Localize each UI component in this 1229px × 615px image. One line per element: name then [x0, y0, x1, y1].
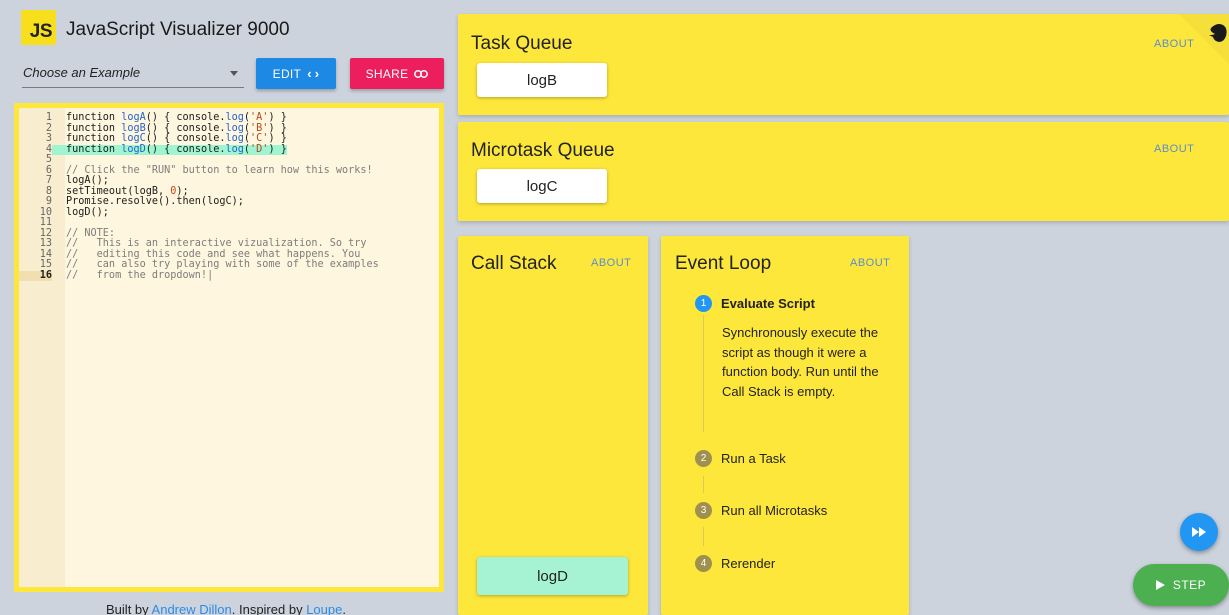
- step-button[interactable]: STEP: [1133, 564, 1229, 606]
- example-select[interactable]: Choose an Example: [22, 57, 244, 88]
- code-icon: ‹ ›: [307, 66, 320, 81]
- line-number: 15: [39, 259, 52, 270]
- code-line: 15 // can also try playing with some of t…: [19, 259, 439, 271]
- edit-button-label: EDIT: [272, 66, 302, 81]
- line-number: 16: [19, 270, 52, 281]
- event-loop-about-link[interactable]: ABOUT: [850, 257, 890, 269]
- line-text: logA();: [66, 175, 109, 186]
- code-editor-surface[interactable]: 1 function logA() { console.log('A') } 2 fu…: [19, 108, 439, 587]
- editor-panel: JS JavaScript Visualizer 9000 Choose an …: [0, 0, 452, 615]
- step-connector: [703, 315, 704, 432]
- line-number: 5: [45, 154, 52, 165]
- share-button[interactable]: SHARE: [350, 58, 444, 89]
- line-number: 13: [39, 238, 52, 249]
- step-number-badge: 2: [695, 450, 712, 467]
- code-line: 13 // This is an interactive vizualizatio…: [19, 238, 439, 250]
- step-label: Evaluate Script: [721, 296, 815, 311]
- step-label: Run a Task: [721, 451, 786, 466]
- author-link[interactable]: Andrew Dillon: [152, 602, 232, 615]
- code-line: 5: [19, 154, 439, 166]
- code-line: 16 // from the dropdown!|: [19, 269, 439, 281]
- line-number: 1: [45, 112, 52, 123]
- app-title: JavaScript Visualizer 9000: [66, 19, 290, 40]
- step-description: Synchronously execute the script as thou…: [722, 325, 879, 399]
- footer-suffix: .: [342, 602, 346, 615]
- code-line: 10 logD();: [19, 206, 439, 219]
- step-connector: [703, 527, 704, 546]
- line-text: // from the dropdown!|: [66, 269, 214, 281]
- code-line: 7 logA();: [19, 175, 439, 187]
- link-icon: [414, 69, 429, 78]
- line-text: // This is an interactive vizualization.…: [66, 238, 367, 249]
- line-text: // can also try playing with some of the…: [66, 259, 379, 270]
- code-editor[interactable]: 1 function logA() { console.log('A') } 2 fu…: [14, 103, 444, 592]
- microtask-queue-about-link[interactable]: ABOUT: [1154, 143, 1194, 155]
- footer-middle: . Inspired by: [231, 602, 307, 615]
- task-queue-title: Task Queue: [471, 33, 573, 54]
- code-line: 11: [19, 217, 439, 229]
- js-logo: JS: [21, 10, 56, 45]
- call-stack-panel: Call Stack ABOUT logD: [458, 236, 648, 615]
- task-queue-item: logB: [477, 63, 607, 97]
- call-stack-frame: logD: [477, 557, 628, 595]
- call-stack-title: Call Stack: [471, 253, 557, 274]
- js-logo-text: JS: [29, 21, 53, 42]
- code-lines: 1 function logA() { console.log('A') } 2 fu…: [19, 112, 439, 281]
- event-loop-title: Event Loop: [675, 253, 772, 274]
- microtask-queue-title: Microtask Queue: [471, 140, 615, 161]
- step-label: Rerender: [721, 556, 776, 571]
- line-text: Promise.resolve().then(logC);: [66, 196, 244, 207]
- edit-button[interactable]: EDIT ‹ ›: [256, 58, 336, 89]
- event-loop-panel: Event Loop ABOUT 1 Evaluate Script Synch…: [661, 236, 909, 615]
- caret-down-icon: [230, 71, 238, 76]
- step-label: Run all Microtasks: [721, 503, 828, 518]
- microtask-queue-item: logC: [477, 169, 607, 203]
- line-text: [52, 218, 66, 229]
- line-text: logD();: [66, 206, 109, 218]
- loupe-link[interactable]: Loupe: [306, 602, 342, 615]
- step-number-badge: 3: [695, 502, 712, 519]
- call-stack-about-link[interactable]: ABOUT: [591, 257, 631, 269]
- line-number: 9: [45, 196, 52, 207]
- step-button-label: STEP: [1172, 578, 1207, 592]
- example-select-value: Choose an Example: [23, 65, 141, 80]
- line-text: function logD() { console.log('D') }: [52, 144, 287, 155]
- step-number-badge: 1: [695, 295, 712, 312]
- footer-credits: Built by Andrew Dillon. Inspired by Loup…: [0, 602, 452, 615]
- github-corner-icon[interactable]: [1179, 14, 1229, 64]
- task-queue-panel: Task Queue ABOUT logB: [458, 14, 1229, 115]
- fast-forward-button[interactable]: [1180, 513, 1218, 551]
- microtask-queue-panel: Microtask Queue ABOUT logC: [458, 122, 1229, 221]
- line-number: 7: [45, 175, 52, 186]
- footer-prefix: Built by: [106, 602, 152, 615]
- code-line: 4 function logD() { console.log('D') }: [19, 144, 439, 155]
- share-button-label: SHARE: [365, 66, 409, 81]
- play-icon: [1155, 580, 1165, 590]
- code-line: 9 Promise.resolve().then(logC);: [19, 196, 439, 208]
- step-connector: [703, 476, 704, 493]
- line-text: [52, 155, 66, 166]
- line-number: 3: [45, 133, 52, 144]
- step-number-badge: 4: [695, 555, 712, 572]
- line-number: 11: [39, 217, 52, 228]
- fast-forward-icon: [1192, 527, 1206, 537]
